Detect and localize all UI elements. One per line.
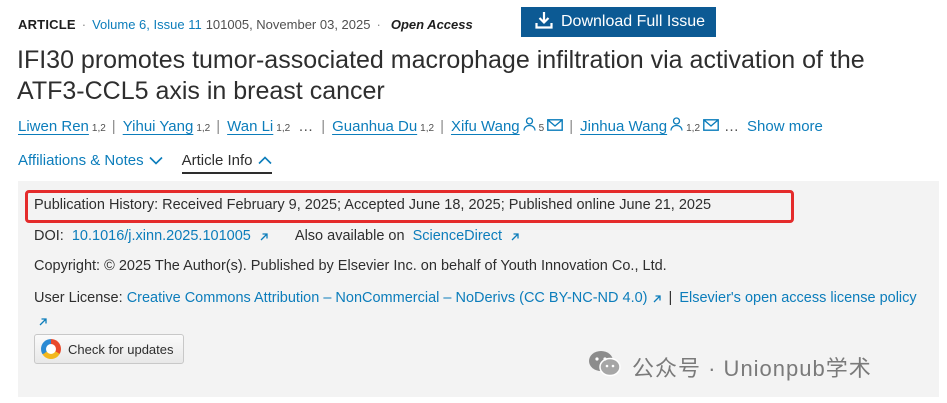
sciencedirect-link[interactable]: ScienceDirect [413,228,502,244]
author-link[interactable]: Yihui Yang [123,118,194,135]
download-icon [535,11,561,34]
open-access-label: Open Access [390,16,473,32]
wechat-icon [588,349,632,385]
author-separator: | [569,118,574,135]
article-number-date: 101005, November 03, 2025 [205,16,371,32]
author-link[interactable]: Liwen Ren [18,118,89,135]
policy-link[interactable]: Elsevier's open access license policy [679,290,916,306]
tab-label: Article Info [181,151,253,169]
author-affiliation-sup: 1,2 [686,123,701,134]
author-affiliation-sup: 5 [538,123,545,134]
author-separator: | [111,118,116,135]
license-label: User License: [34,290,123,306]
doi-label: DOI: [34,228,64,244]
author-link[interactable]: Xifu Wang [451,118,520,135]
author-separator: | [321,118,326,135]
author-separator: | [216,118,221,135]
tab-affiliations-notes[interactable]: Affiliations & Notes [18,150,163,170]
author-affiliation-sup: 1,2 [276,123,291,134]
author-link[interactable]: Guanhua Du [332,118,417,135]
download-button-label: Download Full Issue [561,13,706,30]
author-list: Liwen Ren 1,2 | Yihui Yang 1,2 | Wan Li … [18,117,823,135]
check-for-updates-button[interactable]: Check for updates [34,334,184,364]
email-icon[interactable] [547,118,564,135]
copyright-text: Copyright: © 2025 The Author(s). Publish… [34,258,667,274]
license-row: User License: Creative Commons Attributi… [34,288,919,334]
external-link-icon [259,230,269,246]
tab-article-info[interactable]: Article Info [181,150,272,174]
publication-history: Publication History: Received February 9… [34,197,712,213]
chevron-up-icon [253,152,272,169]
email-icon[interactable] [703,118,719,135]
watermark: 公众号 · Unionpub学术 [588,349,872,385]
article-type: ARTICLE [18,16,76,32]
check-updates-label: Check for updates [68,341,174,357]
author-affiliation-sup: 1,2 [420,123,435,134]
person-icon [522,117,536,135]
doi-link[interactable]: 10.1016/j.xinn.2025.101005 [72,228,251,244]
meta-separator: · [81,16,87,32]
person-icon [670,117,683,135]
authors-ellipsis: … [724,118,740,135]
license-link[interactable]: Creative Commons Attribution – NonCommer… [127,290,648,306]
author-separator: | [440,118,444,135]
author-affiliation-sup: 1,2 [91,123,106,134]
watermark-text: 公众号 · Unionpub学术 [632,356,872,381]
author-link[interactable]: Wan Li [227,118,273,135]
external-link-icon [510,230,520,246]
article-meta: ARTICLE · Volume 6, Issue 11 101005, Nov… [18,16,473,32]
license-separator: | [668,290,673,306]
download-full-issue-button[interactable]: Download Full Issue [521,7,716,37]
meta-separator: · [376,16,381,32]
chevron-down-icon [144,152,163,169]
show-more-authors-link[interactable]: Show more [747,118,823,135]
crossmark-icon [41,339,61,359]
article-title: IFI30 promotes tumor-associated macropha… [17,46,865,105]
also-available-label: Also available on [294,228,405,244]
authors-ellipsis: … [298,118,314,135]
external-link-icon [38,313,48,334]
doi-row: DOI: 10.1016/j.xinn.2025.101005 Also ava… [34,228,520,246]
tab-label: Affiliations & Notes [18,151,144,169]
author-affiliation-sup: 1,2 [196,123,211,134]
external-link-icon [652,290,662,311]
volume-issue-link[interactable]: Volume 6, Issue 11 [92,17,202,32]
article-tabs: Affiliations & Notes Article Info [18,150,291,174]
author-link[interactable]: Jinhua Wang [580,118,667,135]
